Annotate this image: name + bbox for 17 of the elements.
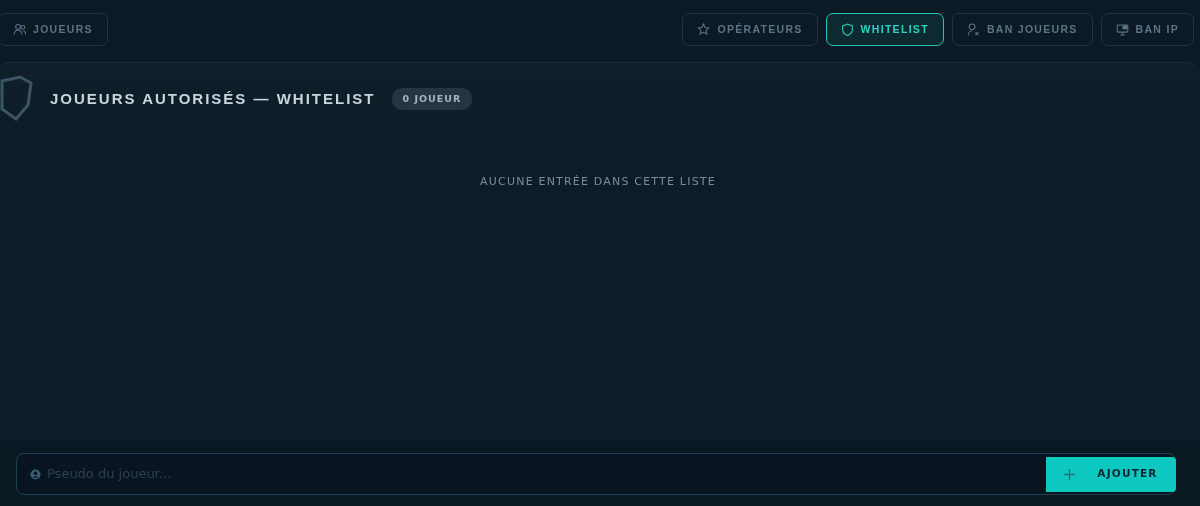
shield-icon [0, 75, 34, 121]
plus-icon [1064, 468, 1076, 480]
tab[interactable]: BAN IP [1100, 13, 1194, 46]
star-icon [697, 23, 711, 36]
shield-icon [840, 23, 854, 36]
user-x-icon [966, 23, 980, 36]
tab[interactable]: JOUEURS [0, 13, 108, 46]
panel-title: JOUEURS AUTORISÉS — WHITELIST [50, 88, 376, 109]
tab[interactable]: BAN JOUEURS [951, 13, 1093, 46]
player-count-badge: 0 JOUEUR [391, 87, 473, 111]
users-icon [13, 23, 26, 36]
monitor-icon [1115, 23, 1129, 36]
user-icon [30, 468, 41, 480]
empty-message: AUCUNE ENTRÉE DANS CETTE LISTE [479, 174, 717, 190]
add-button[interactable]: AJOUTER [1046, 456, 1176, 492]
tab[interactable]: OPÉRATEURS [682, 13, 818, 46]
tab[interactable]: WHITELIST [825, 13, 944, 46]
